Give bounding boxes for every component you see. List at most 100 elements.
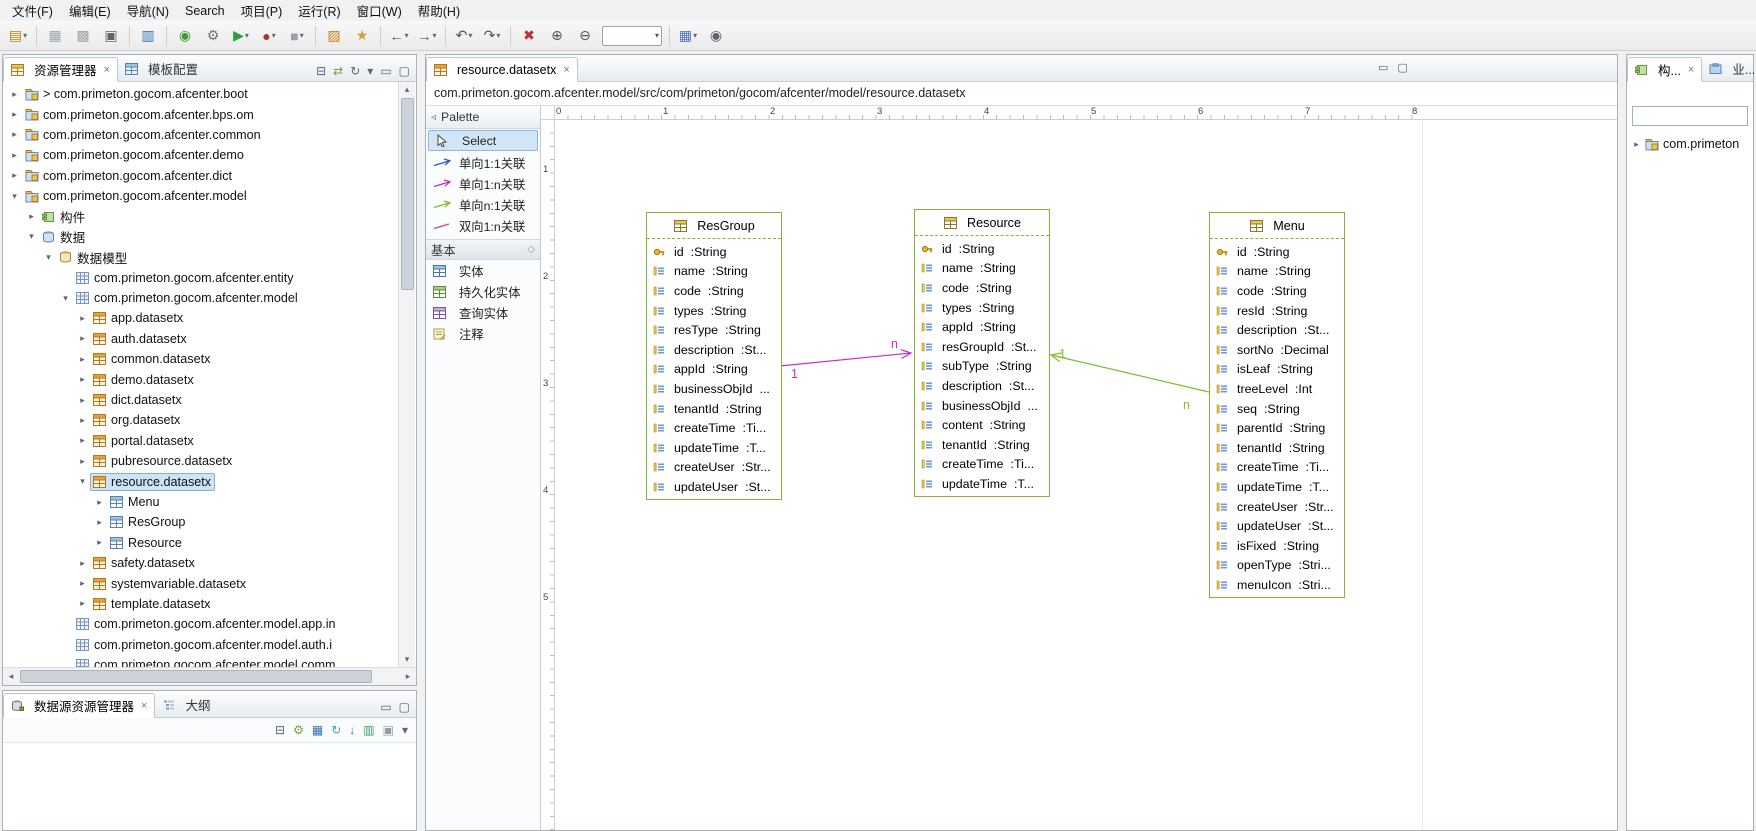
twisty-icon[interactable]: ▾ (58, 293, 73, 304)
refresh-icon[interactable]: ↻ (350, 65, 360, 77)
entity-field[interactable]: businessObjId... (647, 379, 781, 399)
entity-field[interactable]: isFixed:String (1210, 536, 1344, 556)
tree-item[interactable]: com.primeton.gocom.afcenter.entity (3, 268, 416, 288)
twisty-icon[interactable]: ▸ (7, 89, 22, 100)
coverage-button[interactable]: ●▾ (256, 25, 282, 47)
refresh-icon[interactable]: ↻ (331, 724, 341, 736)
entity-field[interactable]: id:String (915, 239, 1049, 259)
table-view-icon[interactable]: ▦ (312, 724, 323, 736)
filter-input[interactable] (1632, 106, 1748, 126)
twisty-icon[interactable]: ▸ (7, 170, 22, 181)
twisty-icon[interactable]: ▸ (7, 129, 22, 140)
tree-item[interactable]: ▸Resource (3, 533, 416, 553)
entity-field[interactable]: appId:String (647, 360, 781, 380)
cancel-button[interactable]: ✖ (516, 25, 542, 47)
entity-field[interactable]: businessObjId... (915, 396, 1049, 416)
save-all-button[interactable]: ▩ (70, 25, 96, 47)
scroll-up-icon[interactable]: ▴ (399, 82, 415, 97)
collapse-all-icon[interactable]: ⊟ (275, 724, 285, 736)
tab-components[interactable]: 构... × (1627, 57, 1702, 82)
entity-field[interactable]: types:String (647, 301, 781, 321)
twisty-icon[interactable]: ▸ (75, 374, 90, 385)
tree-item[interactable]: ▸demo.datasetx (3, 369, 416, 389)
entity-resource[interactable]: Resourceid:Stringname:Stringcode:Stringt… (914, 209, 1050, 497)
palette-tool-query-entity-tool[interactable]: 查询实体 (426, 302, 540, 323)
entity-field[interactable]: id:String (647, 242, 781, 262)
menu-run[interactable]: 运行(R) (290, 0, 348, 22)
layout-button[interactable]: ▦▾ (675, 25, 701, 47)
entity-field[interactable]: resType:String (647, 320, 781, 340)
new-button[interactable]: ▤▾ (5, 25, 31, 47)
close-icon[interactable]: × (1688, 64, 1694, 76)
tree-item[interactable]: ▸app.datasetx (3, 308, 416, 328)
scroll-thumb[interactable] (20, 670, 372, 683)
import-icon[interactable]: ↓ (349, 724, 355, 736)
scroll-thumb[interactable] (401, 98, 414, 290)
palette-tool-select-tool[interactable]: Select (428, 130, 538, 151)
entity-menu[interactable]: Menuid:Stringname:Stringcode:StringresId… (1209, 212, 1345, 598)
zoom-level-combo[interactable]: ▾ (602, 26, 662, 46)
entity-field[interactable]: code:String (915, 278, 1049, 298)
diagram-canvas[interactable]: 1nn1 ResGroupid:Stringname:Stringcode:St… (555, 120, 1617, 830)
palette-tool-assoc-1-n[interactable]: 单向1:n关联 (426, 173, 540, 194)
chart-icon[interactable]: ▥ (363, 724, 374, 736)
toolbox-button[interactable]: ▨ (321, 25, 347, 47)
twisty-icon[interactable]: ▸ (75, 313, 90, 324)
entity-field[interactable]: content:String (915, 415, 1049, 435)
twisty-icon[interactable]: ▸ (75, 395, 90, 406)
zoom-in-button[interactable]: ⊕ (544, 25, 570, 47)
tree-item[interactable]: ▸ResGroup (3, 512, 416, 532)
twisty-icon[interactable]: ▸ (7, 109, 22, 120)
twisty-icon[interactable]: ▾ (75, 476, 90, 487)
editor-tab-resource-datasetx[interactable]: resource.datasetx × (426, 57, 578, 82)
entity-field[interactable]: tenantId:String (647, 399, 781, 419)
vertical-sash[interactable] (1618, 54, 1626, 831)
entity-field[interactable]: description:St... (1210, 320, 1344, 340)
entity-field[interactable]: appId:String (915, 317, 1049, 337)
external-tools-button[interactable]: ⚙ (200, 25, 226, 47)
tab-business[interactable]: 业... (1702, 56, 1756, 81)
tree-item[interactable]: ▾数据 (3, 227, 416, 247)
maximize-icon[interactable]: ▢ (399, 701, 410, 713)
entity-field[interactable]: name:String (915, 259, 1049, 279)
save-icon[interactable]: ▣ (383, 724, 394, 736)
tab-datasource-explorer[interactable]: 数据源资源管理器 × (3, 693, 155, 718)
tree-item[interactable]: ▸dict.datasetx (3, 390, 416, 410)
twisty-icon[interactable]: ▸ (7, 150, 22, 161)
tree-item[interactable]: ▸Menu (3, 492, 416, 512)
twisty-icon[interactable]: ▸ (75, 415, 90, 426)
entity-field[interactable]: resGroupId:St... (915, 337, 1049, 357)
scroll-left-icon[interactable]: ◂ (3, 668, 19, 684)
twisty-icon[interactable]: ▸ (75, 578, 90, 589)
entity-field[interactable]: code:String (647, 281, 781, 301)
tree-item[interactable]: ▾com.primeton.gocom.afcenter.model (3, 186, 416, 206)
palette-collapse-icon[interactable]: ◃ (431, 112, 436, 123)
twisty-icon[interactable]: ▸ (75, 598, 90, 609)
twisty-icon[interactable]: ▾ (7, 191, 22, 202)
tab-template-config[interactable]: 模板配置 (118, 56, 205, 81)
twisty-icon[interactable]: ▸ (24, 211, 39, 222)
forward-button[interactable]: →▾ (414, 25, 440, 47)
twisty-icon[interactable]: ▸ (92, 537, 107, 548)
twisty-icon[interactable]: ▾ (24, 231, 39, 242)
record-button[interactable]: ◉ (172, 25, 198, 47)
vertical-sash[interactable] (417, 54, 425, 831)
tree-item[interactable]: com.primeton.gocom.afcenter.model.comm (3, 655, 416, 667)
tree-item[interactable]: ▸com.primeton.gocom.afcenter.dict (3, 166, 416, 186)
entity-field[interactable]: createTime:Ti... (915, 455, 1049, 475)
tree-item[interactable]: ▸org.datasetx (3, 410, 416, 430)
zoom-out-button[interactable]: ⊖ (572, 25, 598, 47)
tree-item[interactable]: ▾resource.datasetx (3, 471, 416, 491)
entity-resgroup[interactable]: ResGroupid:Stringname:Stringcode:Stringt… (646, 212, 782, 500)
tree-item[interactable]: ▸构件 (3, 206, 416, 226)
menu-help[interactable]: 帮助(H) (410, 0, 468, 22)
undo-button[interactable]: ↶▾ (451, 25, 477, 47)
profile-button[interactable]: ■▾ (284, 25, 310, 47)
entity-field[interactable]: description:St... (915, 376, 1049, 396)
twisty-icon[interactable]: ▸ (75, 435, 90, 446)
entity-field[interactable]: id:String (1210, 242, 1344, 262)
palette-tool-comment-tool[interactable]: 注释 (426, 323, 540, 344)
entity-field[interactable]: tenantId:String (1210, 438, 1344, 458)
entity-field[interactable]: updateTime:T... (647, 438, 781, 458)
entity-field[interactable]: seq:String (1210, 399, 1344, 419)
